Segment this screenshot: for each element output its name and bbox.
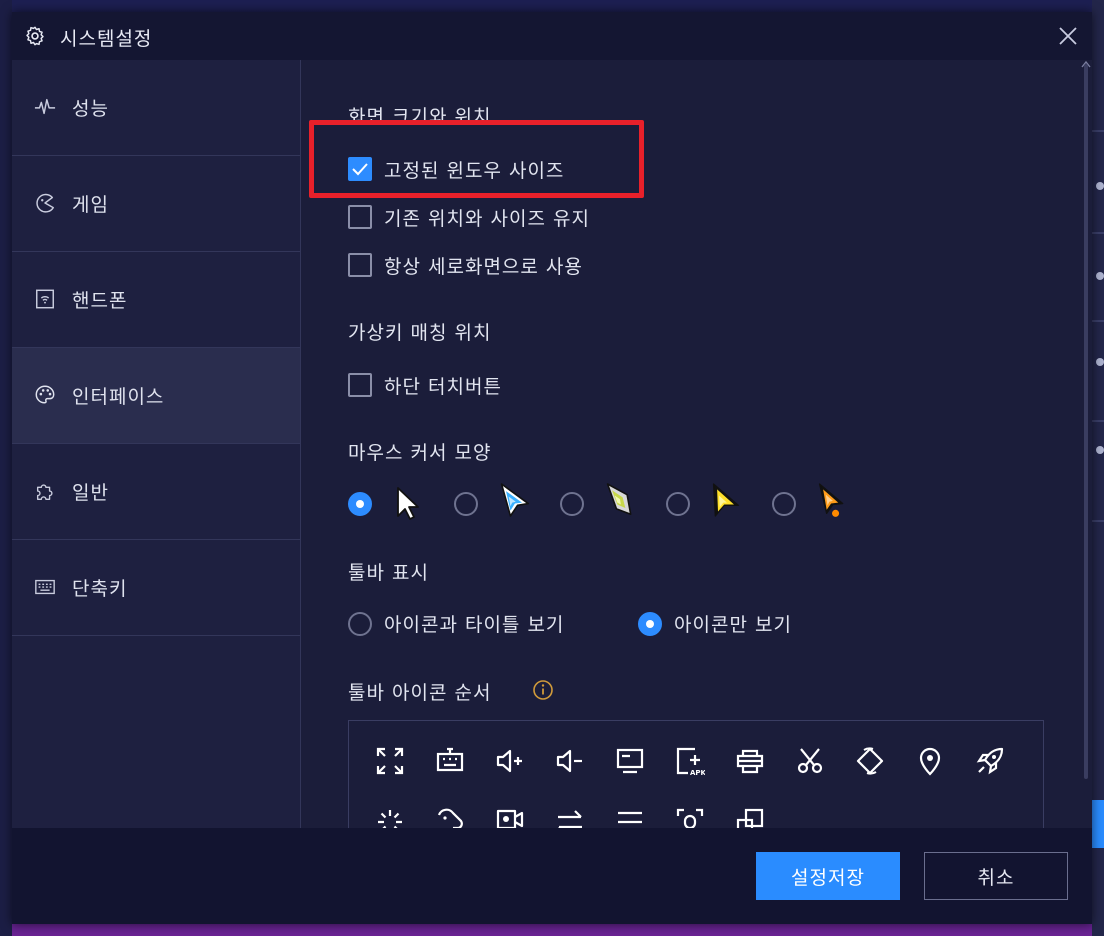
section-title-cursor: 마우스 커서 모양 xyxy=(348,442,492,464)
puzzle-icon xyxy=(36,484,53,500)
sidebar-item-label: 인터페이스 xyxy=(72,386,165,408)
radio-cursor-green[interactable] xyxy=(560,492,584,516)
info-icon[interactable] xyxy=(532,679,554,701)
radio-label: 아이콘만 보기 xyxy=(674,614,792,636)
screenshot-icon[interactable] xyxy=(675,807,705,828)
svg-text:APK: APK xyxy=(690,769,705,776)
gear-icon xyxy=(26,26,44,46)
radio-cursor-orange[interactable] xyxy=(772,492,796,516)
sidebar-item-phone[interactable]: 핸드폰 xyxy=(12,252,300,348)
radio-icon-and-title[interactable] xyxy=(348,612,372,636)
install-apk-icon[interactable]: APK xyxy=(675,746,705,776)
background-app-left xyxy=(0,0,12,936)
sidebar-item-game[interactable]: 게임 xyxy=(12,156,300,252)
screen-icon[interactable] xyxy=(615,746,645,776)
window-title: 시스템설정 xyxy=(60,28,153,50)
blue-arrow-cursor-icon xyxy=(500,483,530,517)
sidebar-item-interface[interactable]: 인터페이스 xyxy=(12,348,300,444)
radio-cursor-blue[interactable] xyxy=(454,492,478,516)
phone-icon xyxy=(36,289,54,309)
multi-window-icon[interactable] xyxy=(735,807,765,828)
radio-cursor-white[interactable] xyxy=(348,492,372,516)
toolbar-icon-order-panel: APK xyxy=(348,720,1044,828)
title-bar: 시스템설정 xyxy=(12,12,1092,60)
location-icon[interactable] xyxy=(915,746,945,776)
palette-icon xyxy=(35,385,55,404)
checkbox-bottom-touch-button[interactable] xyxy=(348,373,372,397)
record-operation-icon[interactable]: REC xyxy=(435,807,465,828)
green-arrow-cursor-icon xyxy=(606,483,632,516)
volume-down-icon[interactable] xyxy=(555,746,585,776)
radio-label: 아이콘과 타이틀 보기 xyxy=(384,614,565,636)
volume-up-icon[interactable] xyxy=(495,746,525,776)
gamepad-icon xyxy=(36,193,54,213)
fullscreen-icon[interactable] xyxy=(375,746,405,776)
background-app-button xyxy=(1092,800,1104,848)
radio-cursor-yellow[interactable] xyxy=(666,492,690,516)
checkbox-label: 기존 위치와 사이즈 유지 xyxy=(384,208,590,230)
checkbox-always-portrait[interactable] xyxy=(348,253,372,277)
printer-icon[interactable] xyxy=(735,746,765,776)
yellow-arrow-cursor-icon xyxy=(712,483,740,517)
section-title-toolbar-display: 툴바 표시 xyxy=(348,562,429,584)
background-app-right xyxy=(1092,0,1104,936)
record-video-icon[interactable]: REC xyxy=(495,807,525,828)
swap-icon[interactable] xyxy=(555,807,585,828)
sidebar-item-label: 일반 xyxy=(72,482,109,504)
scissors-icon[interactable] xyxy=(795,746,825,776)
radio-icon-only[interactable] xyxy=(638,612,662,636)
dialog-footer: 설정저장 취소 xyxy=(12,828,1092,924)
checkbox-label: 하단 터치버튼 xyxy=(384,376,502,398)
loading-icon[interactable] xyxy=(375,807,405,828)
annotation-highlight-box xyxy=(309,120,644,198)
rocket-icon[interactable] xyxy=(975,746,1005,776)
sidebar-item-label: 핸드폰 xyxy=(72,290,128,312)
keyboard-icon xyxy=(35,579,55,595)
checkbox-keep-position-size[interactable] xyxy=(348,205,372,229)
settings-dialog: 시스템설정 성능 게임 핸드폰 인터페이스 일반 단축키 화면 크기와 위치 고… xyxy=(12,12,1092,924)
sidebar: 성능 게임 핸드폰 인터페이스 일반 단축키 xyxy=(12,60,301,828)
sidebar-item-general[interactable]: 일반 xyxy=(12,444,300,540)
scrollbar[interactable] xyxy=(1084,64,1088,779)
section-title-keymap: 가상키 매칭 위치 xyxy=(348,322,492,344)
sidebar-item-performance[interactable]: 성능 xyxy=(12,60,300,156)
sidebar-item-label: 성능 xyxy=(72,98,109,120)
cancel-button[interactable]: 취소 xyxy=(924,852,1068,900)
save-settings-button[interactable]: 설정저장 xyxy=(756,852,900,900)
white-arrow-cursor-icon xyxy=(397,487,419,520)
menu-icon[interactable] xyxy=(615,807,645,828)
pulse-icon xyxy=(34,98,56,115)
sidebar-item-label: 게임 xyxy=(72,194,109,216)
checkbox-label: 항상 세로화면으로 사용 xyxy=(384,256,583,278)
section-title-toolbar-order: 툴바 아이콘 순서 xyxy=(348,682,492,704)
sidebar-item-shortcuts[interactable]: 단축키 xyxy=(12,540,300,636)
keyboard-icon[interactable] xyxy=(435,746,465,776)
orange-arrow-cursor-icon xyxy=(818,483,844,517)
sidebar-item-label: 단축키 xyxy=(72,578,128,600)
close-icon[interactable] xyxy=(1058,26,1078,46)
rotate-icon[interactable] xyxy=(855,746,885,776)
